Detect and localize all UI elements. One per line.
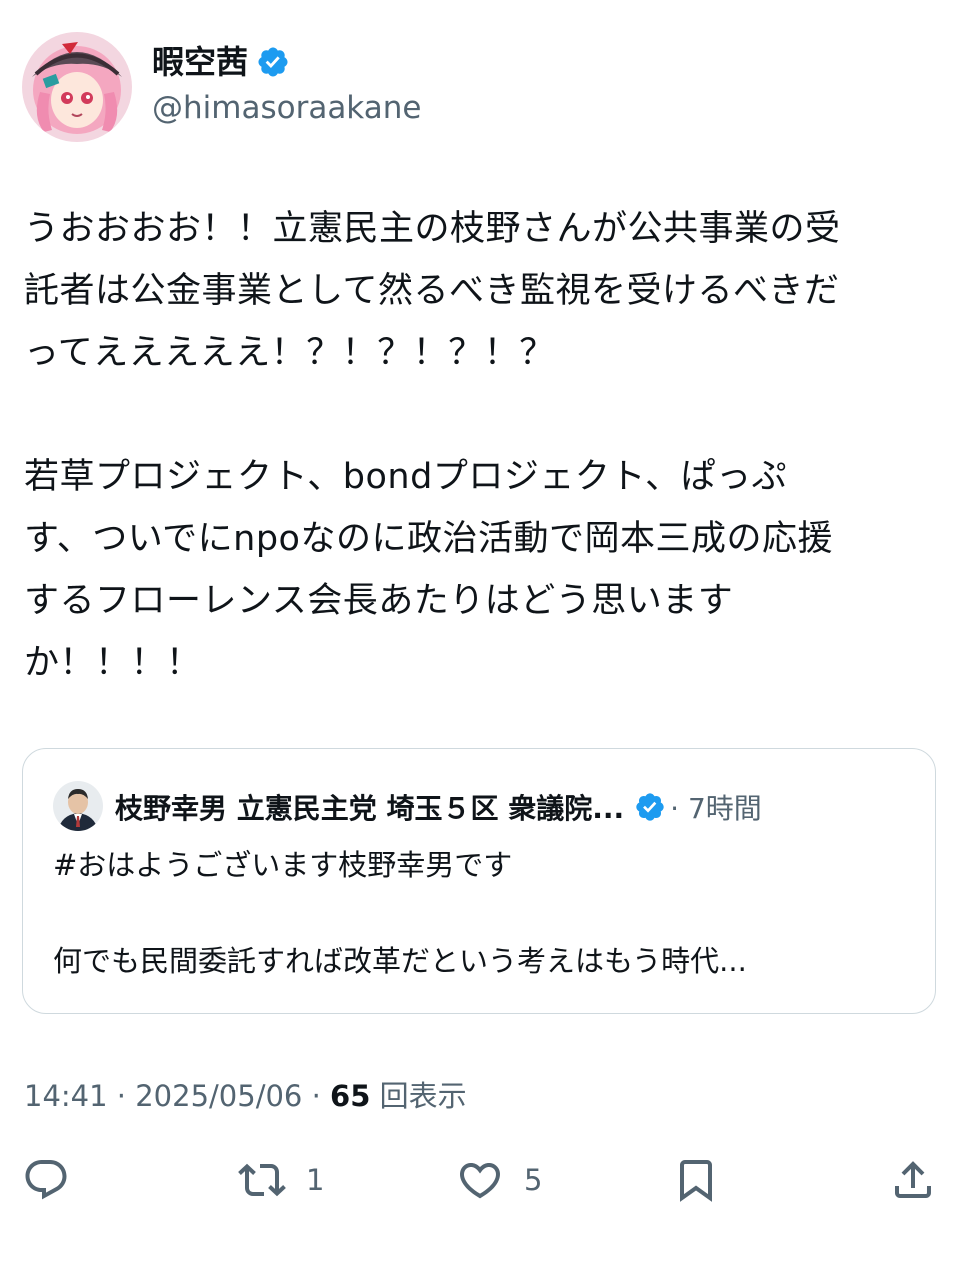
quoted-tweet-header: 枝野幸男 立憲民主党 埼玉５区 衆議院... · 7時間 [115, 785, 762, 829]
author-handle[interactable]: @himasoraakane [152, 88, 421, 128]
reply-icon [25, 1160, 67, 1200]
like-button[interactable]: 5 [456, 1156, 542, 1204]
retweet-count: 1 [306, 1163, 325, 1197]
quoted-author-avatar[interactable] [53, 781, 103, 831]
tweet-line: するフローレンス会長あたりはどう思います [24, 581, 734, 621]
bookmark-icon [680, 1160, 712, 1202]
retweet-icon [238, 1163, 286, 1197]
author-avatar[interactable] [22, 32, 132, 142]
tweet-line: うおおおお！！立憲民主の枝野さんが公共事業の受 [24, 209, 841, 249]
verified-badge-icon [636, 793, 664, 821]
quoted-author-name[interactable]: 枝野幸男 立憲民主党 埼玉５区 衆議院... [115, 787, 624, 827]
views-count[interactable]: 65 [330, 1079, 370, 1113]
bookmark-button[interactable] [672, 1156, 720, 1204]
quoted-tweet-body: #おはようございます枝野幸男です 何でも民間委託すれば改革だという考えはもう時代… [53, 841, 913, 985]
quoted-tweet-line: 何でも民間委託すれば改革だという考えはもう時代... [53, 944, 747, 978]
verified-badge-icon[interactable] [256, 45, 290, 79]
tweet-meta: 14:41 · 2025/05/06 · 65 回表示 [24, 1074, 467, 1118]
tweet-date[interactable]: 2025/05/06 [135, 1079, 302, 1113]
tweet-line: 若草プロジェクト、bondプロジェクト、ぱっぷ [24, 457, 788, 497]
views-label: 回表示 [370, 1079, 467, 1113]
tweet-time[interactable]: 14:41 [24, 1079, 108, 1113]
share-button[interactable] [889, 1156, 937, 1204]
reply-button[interactable] [22, 1156, 70, 1204]
display-name-text: 暇空茜 [152, 43, 249, 81]
heart-icon [459, 1163, 501, 1199]
tweet-line: か！！！！ [24, 643, 202, 683]
quoted-tweet-time: · 7時間 [670, 792, 762, 825]
author-display-name[interactable]: 暇空茜 [152, 42, 290, 82]
share-icon [895, 1161, 931, 1198]
quoted-tweet-card[interactable]: 枝野幸男 立憲民主党 埼玉５区 衆議院... · 7時間 #おはようございます枝… [22, 748, 936, 1014]
retweet-button[interactable]: 1 [238, 1156, 324, 1204]
tweet-action-bar: 1 5 [0, 1150, 961, 1210]
tweet-line: 託者は公金事業として然るべき監視を受けるべきだ [24, 271, 840, 311]
tweet-body: うおおおお！！立憲民主の枝野さんが公共事業の受 託者は公金事業として然るべき監視… [24, 198, 936, 694]
like-count: 5 [524, 1163, 543, 1197]
tweet-line: す、ついでにnpoなのに政治活動で岡本三成の応援 [24, 519, 833, 559]
meta-separator: · [302, 1079, 331, 1113]
avatar-photo [53, 781, 103, 831]
avatar-illustration [22, 32, 132, 142]
meta-separator: · [107, 1079, 136, 1113]
quoted-tweet-line: #おはようございます枝野幸男です [53, 848, 513, 882]
tweet-line: ってえええええ！？！？！？！？ [24, 333, 555, 373]
